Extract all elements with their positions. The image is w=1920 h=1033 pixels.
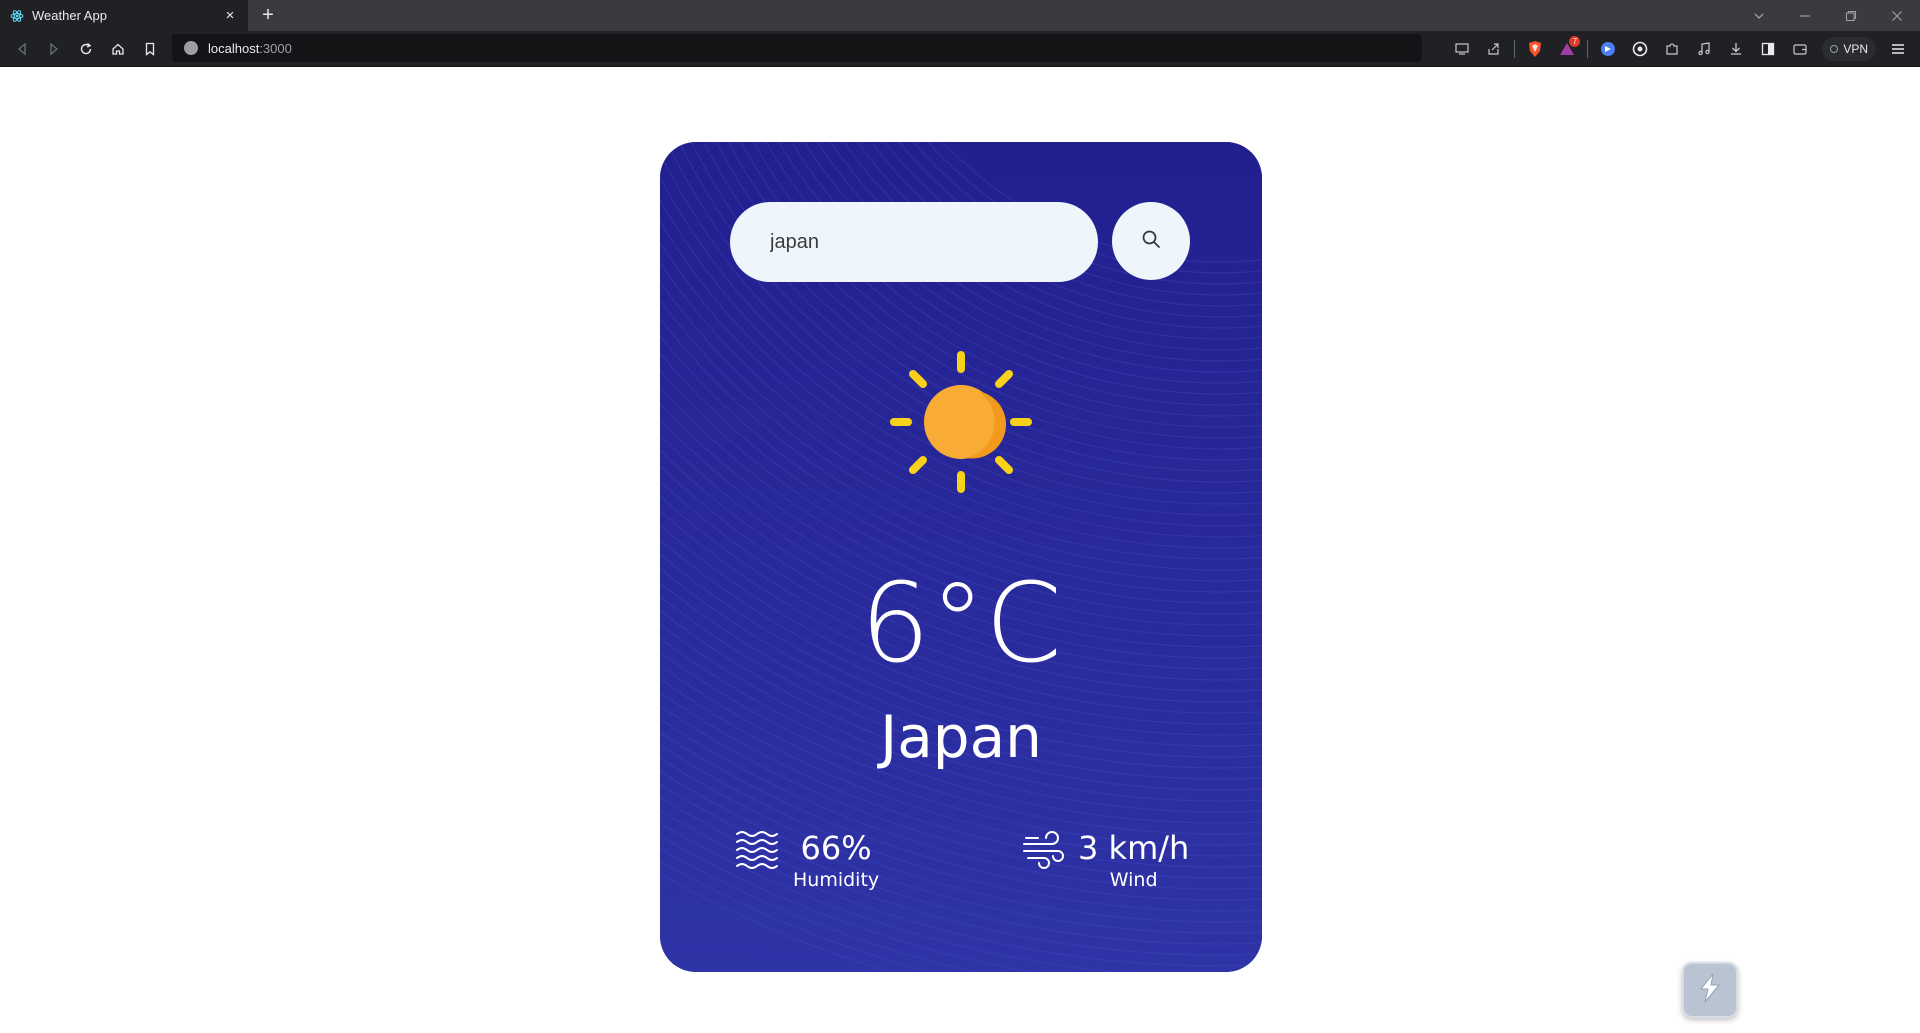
wallet-icon[interactable]: [1784, 33, 1816, 65]
url-port: :3000: [259, 40, 292, 56]
humidity-icon: [735, 830, 779, 875]
city-search-input[interactable]: [730, 202, 1098, 282]
back-button[interactable]: [6, 33, 38, 65]
menu-icon[interactable]: [1882, 33, 1914, 65]
reload-button[interactable]: [70, 33, 102, 65]
temperature-value: 6°C: [860, 559, 1062, 687]
sun-icon: [886, 347, 1036, 497]
share-icon[interactable]: [1478, 33, 1510, 65]
browser-toolbar: localhost:3000 7 VPN: [0, 31, 1920, 67]
wind-stat: 3 km/h Wind: [1022, 830, 1189, 892]
browser-tab-strip: Weather App × +: [0, 0, 1920, 31]
humidity-value: 66%: [800, 829, 872, 867]
tab-close-icon[interactable]: ×: [222, 7, 238, 24]
extensions-puzzle-icon[interactable]: [1656, 33, 1688, 65]
forward-button[interactable]: [38, 33, 70, 65]
sidebar-toggle-icon[interactable]: [1752, 33, 1784, 65]
download-icon[interactable]: [1720, 33, 1752, 65]
cast-icon[interactable]: [1446, 33, 1478, 65]
close-window-button[interactable]: [1874, 0, 1920, 31]
vpn-status-icon: [1830, 45, 1839, 53]
browser-tab[interactable]: Weather App ×: [0, 0, 248, 31]
react-favicon-icon: [10, 9, 24, 23]
music-note-icon[interactable]: [1688, 33, 1720, 65]
tab-title: Weather App: [32, 8, 107, 23]
window-controls: [1736, 0, 1920, 31]
floating-extension-widget[interactable]: [1682, 962, 1738, 1018]
restore-button[interactable]: [1828, 0, 1874, 31]
city-name: Japan: [880, 703, 1042, 771]
weather-card: 6°C Japan 66% Humidity: [660, 142, 1262, 972]
bookmark-button[interactable]: [134, 33, 166, 65]
vpn-button[interactable]: VPN: [1822, 37, 1876, 61]
wind-label: Wind: [1109, 869, 1158, 891]
extension-compass-icon[interactable]: [1624, 33, 1656, 65]
humidity-label: Humidity: [793, 869, 880, 891]
address-bar[interactable]: localhost:3000: [172, 34, 1422, 62]
wind-icon: [1022, 830, 1064, 875]
home-button[interactable]: [102, 33, 134, 65]
vpn-label: VPN: [1843, 42, 1868, 56]
extension-blue-icon[interactable]: [1592, 33, 1624, 65]
brave-rewards-icon[interactable]: 7: [1551, 33, 1583, 65]
lightning-logo-icon: [1693, 971, 1727, 1010]
url-host: localhost: [208, 40, 260, 56]
brave-shields-icon[interactable]: [1519, 33, 1551, 65]
tab-search-chevron-icon[interactable]: [1736, 0, 1782, 31]
site-info-icon[interactable]: [184, 41, 198, 55]
search-button[interactable]: [1112, 202, 1190, 280]
search-icon: [1140, 228, 1162, 255]
toolbar-divider: [1514, 40, 1516, 58]
wind-value: 3 km/h: [1078, 829, 1190, 867]
new-tab-button[interactable]: +: [256, 3, 280, 27]
minimize-button[interactable]: [1782, 0, 1828, 31]
toolbar-divider-2: [1587, 40, 1589, 58]
humidity-stat: 66% Humidity: [735, 830, 879, 892]
extension-badge: 7: [1569, 36, 1581, 47]
page-viewport: 6°C Japan 66% Humidity: [0, 67, 1920, 1033]
extensions-area: 7 VPN: [1446, 31, 1920, 67]
